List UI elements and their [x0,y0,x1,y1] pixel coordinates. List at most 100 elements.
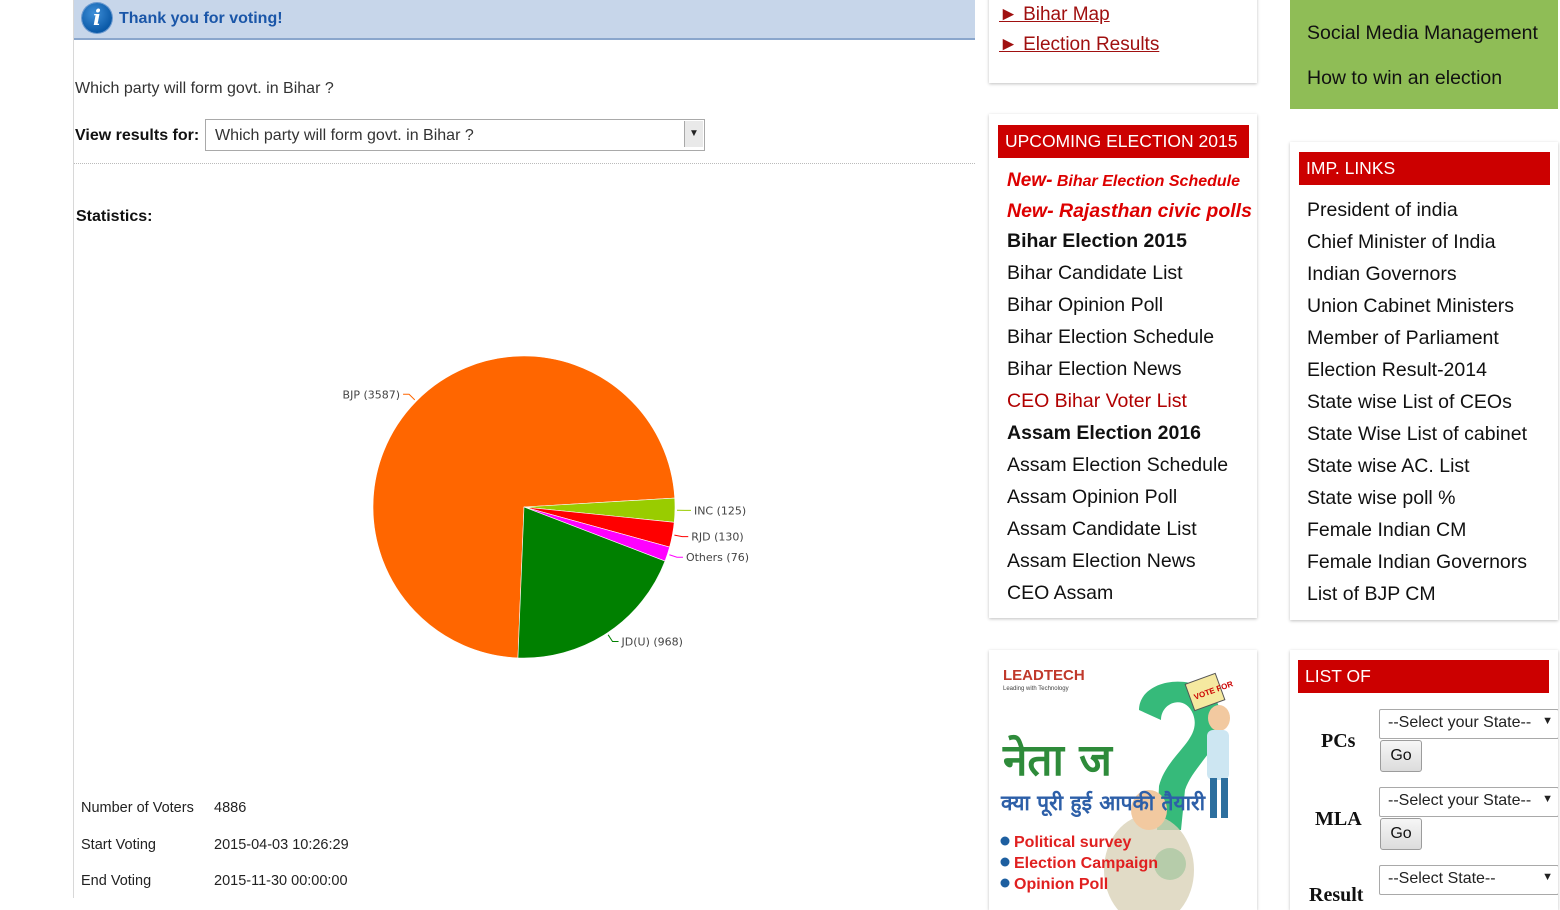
imp-links-header: IMP. LINKS [1299,152,1550,185]
mla-label: MLA [1315,808,1362,831]
mla-state-select[interactable]: --Select your State-- ▼ [1379,787,1558,817]
social-media-management-link[interactable]: Social Media Management [1307,22,1538,45]
poll-meta-table: Number of Voters 4886 Start Voting 2015-… [81,790,349,900]
info-icon: i [82,3,112,33]
chevron-down-icon: ▼ [1542,715,1553,727]
mla-go-button[interactable]: Go [1380,818,1422,850]
new-bihar-schedule-link[interactable]: New- Bihar Election Schedule [1007,170,1240,192]
result-label: Result [1309,884,1363,907]
chevron-down-icon: ▼ [1542,871,1553,883]
list-item[interactable]: State wise List of CEOs [1307,386,1527,418]
list-item[interactable]: Bihar Election 2015 [1007,225,1228,257]
list-item[interactable]: State wise AC. List [1307,450,1527,482]
leadtech-ad-banner[interactable]: LEADTECH Leading with Technology VOTE FO… [989,650,1257,910]
ad-bullet-text: Political survey [1014,834,1131,851]
imp-links-box: IMP. LINKS President of india Chief Mini… [1290,142,1558,620]
meta-value: 2015-04-03 10:26:29 [214,827,349,864]
pie-slice-label: JD(U) (968) [621,635,683,648]
pie-slice-label: INC (125) [694,504,746,517]
list-item[interactable]: Female Indian CM [1307,514,1527,546]
list-item[interactable]: Assam Election News [1007,545,1228,577]
pcs-label: PCs [1321,730,1355,753]
list-item[interactable]: Assam Candidate List [1007,513,1228,545]
list-of-header: LIST OF [1298,660,1549,693]
list-item[interactable]: Member of Parliament [1307,322,1527,354]
list-item[interactable]: State wise poll % [1307,482,1527,514]
poll-panel: i Thank you for voting! Which party will… [73,0,975,898]
pie-leader-line [608,635,618,642]
ad-bullet-text: Election Campaign [1014,855,1158,872]
pie-leader-line [674,535,688,536]
pie-slice-label: BJP (3587) [343,388,401,401]
list-item[interactable]: Assam Election 2016 [1007,417,1228,449]
pie-slice-label: RJD (130) [691,531,743,544]
list-item[interactable]: Bihar Opinion Poll [1007,289,1228,321]
chevron-down-icon: ▼ [1542,793,1553,805]
thank-you-banner: i Thank you for voting! [74,0,975,40]
bullet-icon [1001,858,1010,867]
divider [74,163,975,164]
list-item[interactable]: Chief Minister of India [1307,226,1527,258]
leadtech-logo: LEADTECH Leading with Technology [1003,667,1085,692]
bullet-icon [1001,879,1010,888]
list-item[interactable]: President of india [1307,194,1527,226]
view-results-select-value: Which party will form govt. in Bihar ? [215,127,474,145]
meta-label: Start Voting [81,827,214,864]
thank-you-text: Thank you for voting! [119,10,283,28]
list-item[interactable]: Assam Opinion Poll [1007,481,1228,513]
list-item[interactable]: Bihar Candidate List [1007,257,1228,289]
pie-leader-line [669,555,683,557]
meta-label: End Voting [81,863,214,900]
result-state-select-value: --Select State-- [1388,870,1496,888]
quick-links-box: ► Bihar Map ► Election Results [989,0,1257,83]
list-item[interactable]: Bihar Election Schedule [1007,321,1228,353]
list-item[interactable]: Assam Election Schedule [1007,449,1228,481]
list-item[interactable]: CEO Bihar Voter List [1007,385,1228,417]
bihar-map-link[interactable]: ► Bihar Map [999,4,1110,26]
upcoming-election-header: UPCOMING ELECTION 2015 [998,125,1249,158]
services-box: Social Media Management How to win an el… [1290,0,1558,109]
pcs-state-select[interactable]: --Select your State-- ▼ [1379,709,1558,739]
list-item[interactable]: Bihar Election News [1007,353,1228,385]
ad-hindi-title: नेता ज [1002,734,1113,786]
list-item[interactable]: CEO Assam [1007,577,1228,609]
list-item[interactable]: Election Result-2014 [1307,354,1527,386]
table-row: End Voting 2015-11-30 00:00:00 [81,863,349,900]
list-item[interactable]: Indian Governors [1307,258,1527,290]
result-state-select[interactable]: --Select State-- ▼ [1379,865,1558,895]
bullet-icon [1001,837,1010,846]
view-results-select[interactable]: Which party will form govt. in Bihar ? ▼ [205,119,705,151]
list-of-box: LIST OF PCs --Select your State-- ▼ Go M… [1290,650,1558,910]
ad-hindi-subtitle: क्या पूरी हुई आपकी तैयारी [1000,790,1207,818]
ad-bullet-text: Opinion Poll [1014,876,1108,893]
poll-question: Which party will form govt. in Bihar ? [75,80,334,98]
list-item[interactable]: Union Cabinet Ministers [1307,290,1527,322]
leadtech-tagline: Leading with Technology [1003,686,1069,692]
statistics-label: Statistics: [76,208,152,226]
imp-links-list: President of india Chief Minister of Ind… [1307,194,1527,610]
list-item[interactable]: Female Indian Governors [1307,546,1527,578]
new-bihar-schedule-label: Bihar Election Schedule [1057,173,1240,190]
election-results-link[interactable]: ► Election Results [999,34,1159,56]
mla-state-select-value: --Select your State-- [1388,792,1531,810]
table-row: Number of Voters 4886 [81,790,349,827]
new-rajasthan-polls-link[interactable]: New- Rajasthan civic polls [1007,200,1252,223]
leadtech-brand-text: LEADTECH [1003,667,1085,684]
pie-chart: BJP (3587) INC (125) RJD (130) Others (76) J… [74,260,974,690]
upcoming-election-list: Bihar Election 2015 Bihar Candidate List… [1007,225,1228,609]
table-row: Start Voting 2015-04-03 10:26:29 [81,827,349,864]
how-to-win-election-link[interactable]: How to win an election [1307,67,1502,90]
meta-value: 2015-11-30 00:00:00 [214,863,349,900]
list-item[interactable]: State Wise List of cabinet [1307,418,1527,450]
chevron-down-icon[interactable]: ▼ [684,121,703,147]
meta-label: Number of Voters [81,790,214,827]
pcs-go-button[interactable]: Go [1380,740,1422,772]
leadtech-ad-graphic: LEADTECH Leading with Technology VOTE FO… [989,650,1257,910]
upcoming-election-box: UPCOMING ELECTION 2015 New- Bihar Electi… [989,114,1257,618]
pcs-state-select-value: --Select your State-- [1388,714,1531,732]
list-item[interactable]: List of BJP CM [1307,578,1527,610]
meta-value: 4886 [214,790,349,827]
new-prefix: New- [1007,170,1052,191]
pie-slice-label: Others (76) [686,551,749,564]
view-results-label: View results for: [75,127,199,145]
